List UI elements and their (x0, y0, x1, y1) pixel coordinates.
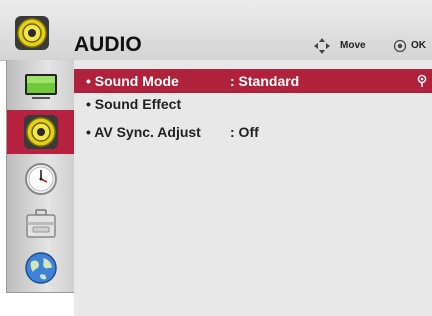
sidebar-item-picture[interactable] (7, 64, 75, 108)
page-title: AUDIO (74, 33, 142, 56)
menu-item-value: : Off (230, 124, 259, 140)
sidebar-item-network[interactable] (7, 246, 75, 290)
sidebar-item-option[interactable] (7, 202, 75, 246)
four-way-arrows-icon (314, 38, 330, 54)
move-hint-label: Move (340, 40, 366, 51)
ok-circle-icon (393, 39, 407, 53)
menu-item-value: : Standard (230, 73, 300, 89)
category-sidebar (6, 60, 75, 293)
menu-item-av-sync-adjust[interactable]: • AV Sync. Adjust : Off (74, 120, 432, 144)
menu-header: AUDIO Move OK (0, 0, 432, 61)
menu-content: • Sound Mode : Standard • Sound Effect •… (74, 60, 432, 316)
speaker-icon (15, 16, 49, 50)
toolbox-icon (26, 209, 56, 238)
menu-item-sound-effect[interactable]: • Sound Effect (74, 92, 432, 116)
menu-item-sound-mode[interactable]: • Sound Mode : Standard (74, 69, 432, 93)
ok-hint-label: OK (411, 40, 426, 51)
sidebar-item-audio[interactable] (7, 110, 75, 154)
speaker-icon (24, 115, 58, 149)
menu-item-label: • Sound Mode (86, 73, 179, 89)
sidebar-item-time[interactable] (7, 157, 75, 201)
globe-icon (25, 252, 57, 284)
menu-item-label: • AV Sync. Adjust (86, 124, 201, 140)
menu-item-label: • Sound Effect (86, 96, 182, 112)
pin-icon (417, 74, 427, 87)
clock-icon (25, 163, 57, 195)
tv-screen-icon (25, 74, 57, 99)
